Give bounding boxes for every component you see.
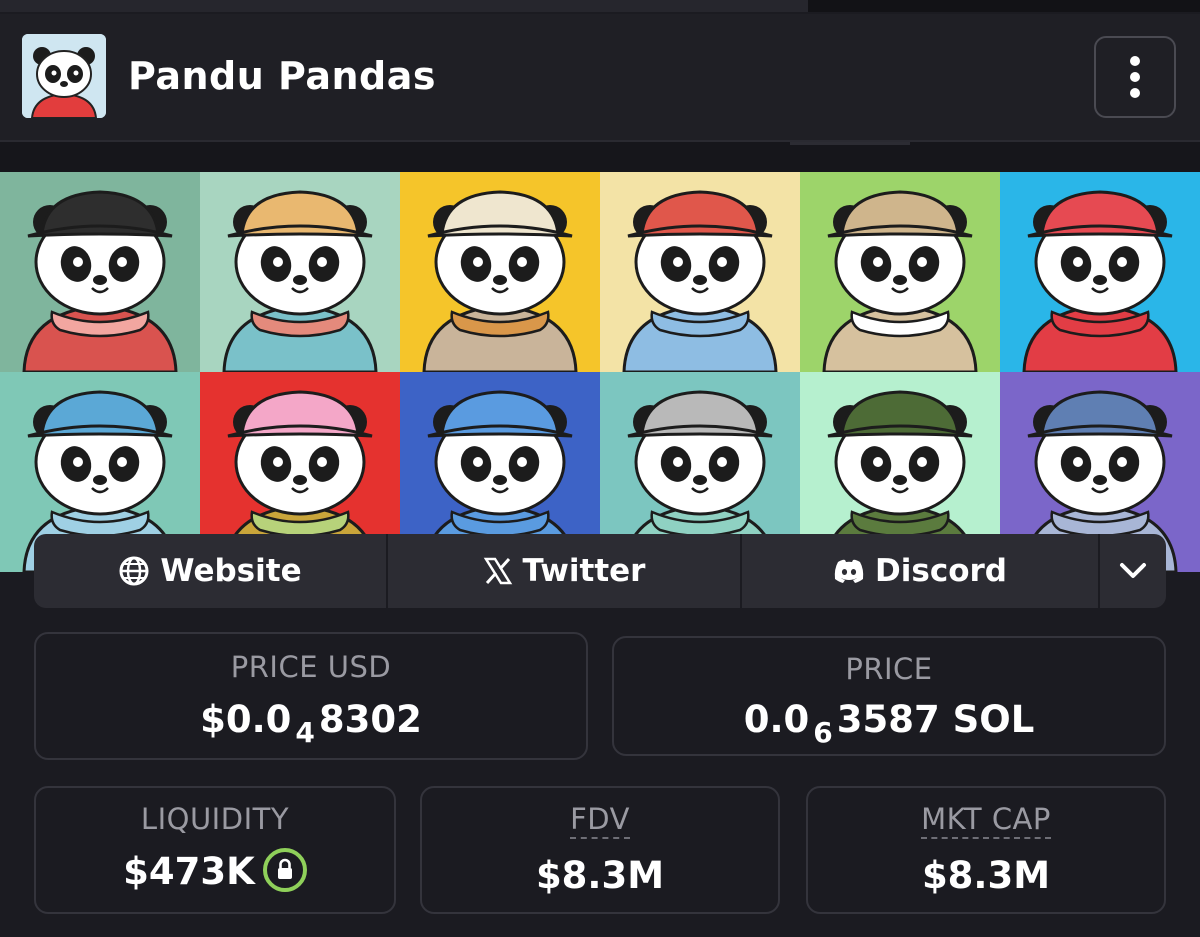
panda-nft-tile — [200, 172, 400, 372]
price-sol-zero-count: 6 — [813, 716, 833, 749]
fdv-label-wrap: FDV — [422, 802, 778, 839]
discord-label: Discord — [875, 553, 1007, 589]
panda-icon — [400, 172, 600, 372]
panda-nft-tile — [0, 172, 200, 372]
price-sol-value: 0.0 6 3587 SOL — [614, 698, 1164, 749]
fdv-card: FDV $8.3M — [420, 786, 780, 914]
panda-nft-tile — [600, 172, 800, 372]
token-title: Pandu Pandas — [128, 54, 436, 98]
liquidity-value: $473K — [123, 850, 255, 893]
price-sol-card: PRICE 0.0 6 3587 SOL — [612, 636, 1166, 756]
liquidity-value-row: $473K — [36, 847, 394, 896]
panda-nft-tile — [1000, 172, 1200, 372]
vertical-dots-icon — [1130, 56, 1140, 98]
twitter-label: Twitter — [522, 553, 646, 589]
price-usd-value: $0.0 4 8302 — [36, 698, 586, 749]
panda-nft-tile — [800, 172, 1000, 372]
panda-nft-tile — [400, 172, 600, 372]
liquidity-label: LIQUIDITY — [140, 802, 290, 836]
price-usd-prefix: $0.0 — [200, 698, 292, 741]
token-logo — [22, 34, 106, 118]
discord-link[interactable]: Discord — [742, 534, 1098, 608]
mkt-cap-card: MKT CAP $8.3M — [806, 786, 1166, 914]
price-sol-label: PRICE — [845, 652, 933, 686]
scroll-indicator — [790, 142, 910, 145]
collection-banner — [0, 172, 1200, 572]
price-usd-label: PRICE USD — [230, 650, 392, 684]
discord-icon — [834, 559, 864, 583]
twitter-link[interactable]: Twitter — [388, 534, 740, 608]
header-spacer — [0, 142, 1200, 172]
panda-icon — [800, 172, 1000, 372]
price-usd-digits: 8302 — [318, 698, 422, 741]
price-usd-zero-count: 4 — [295, 716, 315, 749]
lock-icon[interactable] — [262, 847, 307, 892]
price-sol-prefix: 0.0 — [743, 698, 810, 741]
website-link[interactable]: Website — [34, 534, 386, 608]
website-label: Website — [160, 553, 302, 589]
fdv-label[interactable]: FDV — [570, 805, 630, 839]
panda-icon — [1000, 172, 1200, 372]
social-links-bar: Website Twitter Discord — [34, 534, 1166, 608]
top-strip — [0, 0, 1200, 12]
price-sol-digits: 3587 SOL — [836, 698, 1035, 741]
x-logo-icon — [483, 557, 512, 585]
panda-icon — [200, 172, 400, 372]
token-header: Pandu Pandas — [0, 14, 1200, 142]
price-usd-card: PRICE USD $0.0 4 8302 — [34, 632, 588, 760]
panda-avatar-icon — [22, 34, 106, 118]
mkt-cap-label-wrap: MKT CAP — [808, 802, 1164, 839]
chevron-down-icon — [1120, 563, 1146, 578]
more-links-dropdown[interactable] — [1100, 534, 1166, 608]
mkt-cap-value: $8.3M — [921, 854, 1051, 897]
panda-icon — [600, 172, 800, 372]
top-strip-segment — [0, 0, 808, 12]
mkt-cap-label[interactable]: MKT CAP — [921, 805, 1051, 839]
more-options-button[interactable] — [1094, 36, 1176, 118]
liquidity-card: LIQUIDITY $473K — [34, 786, 396, 914]
globe-icon — [119, 556, 149, 586]
panda-icon — [0, 172, 200, 372]
fdv-value: $8.3M — [535, 854, 665, 897]
